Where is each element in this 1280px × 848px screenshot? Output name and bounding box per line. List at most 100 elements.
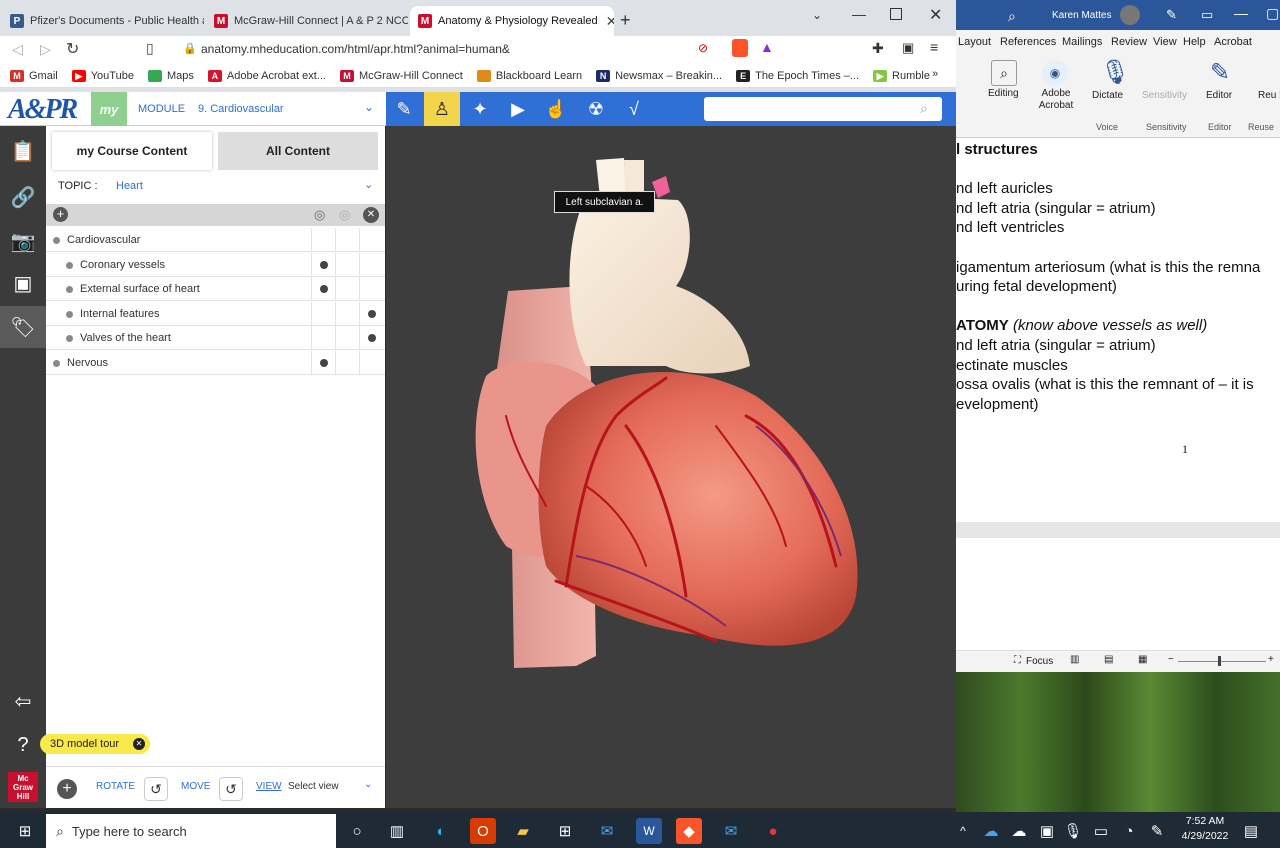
print-layout-icon[interactable]: ▤ xyxy=(1104,654,1113,665)
back-icon[interactable]: ◁ xyxy=(12,41,23,58)
cloud-icon[interactable]: ☁ xyxy=(1006,818,1032,844)
word-avatar[interactable] xyxy=(1120,5,1140,25)
word-search-icon[interactable]: ⌕ xyxy=(1008,8,1016,25)
expand-bullet-icon[interactable] xyxy=(66,286,73,294)
module-chevron-down-icon[interactable]: ⌄ xyxy=(364,100,374,114)
forward-icon[interactable]: ▷ xyxy=(40,41,51,58)
pen-icon[interactable]: ✎ xyxy=(1166,7,1177,23)
cube-icon[interactable]: ▣ xyxy=(0,262,46,304)
word-tab-review[interactable]: Review xyxy=(1111,36,1147,48)
bookmark-rumble[interactable]: ▶ Rumble xyxy=(873,69,930,82)
ribbon-dictate[interactable]: Dictate xyxy=(1092,90,1123,101)
expand-bullet-icon[interactable] xyxy=(66,261,73,269)
minimize-button[interactable]: — xyxy=(852,6,866,22)
tree-cell[interactable] xyxy=(359,228,383,252)
zoom-thumb[interactable] xyxy=(1218,656,1221,666)
tab-anatomy-revealed[interactable]: M Anatomy & Physiology Revealed ✕ xyxy=(410,6,614,36)
bookmark-epoch[interactable]: E The Epoch Times –... xyxy=(736,69,859,82)
ribbon-sensitivity[interactable]: Sensitivity xyxy=(1142,90,1187,101)
tree-cell[interactable] xyxy=(311,277,335,302)
tree-row[interactable]: Internal features xyxy=(46,301,385,326)
tab-mcgraw-connect[interactable]: M McGraw-Hill Connect | A & P 2 NCC S xyxy=(206,6,408,36)
microphone-icon[interactable]: 🎙 xyxy=(1100,58,1130,87)
office-icon[interactable]: O xyxy=(470,818,496,844)
dissect-icon[interactable]: ✦ xyxy=(462,92,498,126)
search-icon[interactable]: ⌕ xyxy=(920,100,928,117)
show-hidden-icons-icon[interactable]: ^ xyxy=(950,818,976,844)
brave-taskbar-icon[interactable]: ◆ xyxy=(676,818,702,844)
tree-cell[interactable] xyxy=(359,351,383,375)
extensions-icon[interactable]: ✚ xyxy=(872,40,884,57)
tree-row[interactable]: Nervous xyxy=(46,351,385,375)
tree-cell[interactable] xyxy=(359,277,383,302)
word-tab-view[interactable]: View xyxy=(1153,36,1177,48)
word-document-page-2[interactable] xyxy=(956,538,1280,650)
recorder-icon[interactable]: ● xyxy=(760,818,786,844)
tree-cell[interactable] xyxy=(335,326,359,351)
editor-pen-icon[interactable]: ✎ xyxy=(1210,58,1230,87)
my-button[interactable]: my xyxy=(91,92,127,126)
tree-cell[interactable] xyxy=(335,228,359,252)
model-tour-badge[interactable]: 3D model tour ✕ xyxy=(40,734,150,754)
pen-tray-icon[interactable]: ✎ xyxy=(1144,818,1170,844)
rotate-icon[interactable]: ↺ xyxy=(144,777,168,801)
lock-icon[interactable]: 🔒 xyxy=(183,42,197,55)
word-tab-mailings[interactable]: Mailings xyxy=(1062,36,1102,48)
play-icon[interactable]: ▶ xyxy=(500,92,536,126)
heart-3d-model[interactable] xyxy=(386,126,956,808)
add-circle-icon[interactable]: + xyxy=(57,779,77,799)
zoom-in-icon[interactable]: + xyxy=(1268,654,1274,665)
3d-body-icon[interactable]: ♙ xyxy=(424,92,460,126)
tree-cell[interactable] xyxy=(311,228,335,252)
acrobat-ribbon-icon[interactable]: ◉ xyxy=(1042,60,1068,86)
menu-icon[interactable]: ≡ xyxy=(930,39,938,55)
tree-cell[interactable] xyxy=(335,277,359,302)
taskbar-search[interactable]: ⌕ Type here to search xyxy=(46,814,336,848)
brave-rewards-icon[interactable]: ▲ xyxy=(760,39,774,55)
wallet-icon[interactable]: ▣ xyxy=(902,40,914,56)
bookmark-newsmax[interactable]: N Newsmax – Breakin... xyxy=(596,69,722,82)
brave-shield-icon[interactable] xyxy=(732,39,748,57)
expand-bullet-icon[interactable] xyxy=(66,310,73,318)
word-tab-layout[interactable]: Layout xyxy=(958,36,991,48)
site-permission-icon[interactable]: ⊘ xyxy=(698,41,708,55)
file-explorer-icon[interactable]: ▰ xyxy=(510,818,536,844)
bookmark-mcgraw[interactable]: M McGraw-Hill Connect xyxy=(339,69,463,82)
hide-icon[interactable]: ◎ xyxy=(314,207,325,223)
expand-bullet-icon[interactable] xyxy=(53,360,60,367)
expand-bullet-icon[interactable] xyxy=(66,335,73,343)
topic-select[interactable]: Heart xyxy=(116,180,143,192)
onedrive-icon[interactable]: ☁ xyxy=(978,818,1004,844)
tree-row[interactable]: Valves of the heart xyxy=(46,326,385,351)
tree-row[interactable]: Cardiovascular xyxy=(46,228,385,252)
tree-cell[interactable] xyxy=(359,326,383,351)
word-tab-help[interactable]: Help xyxy=(1183,36,1206,48)
edge-icon[interactable]: ◐ xyxy=(428,818,454,844)
bookmark-adobe[interactable]: A Adobe Acrobat ext... xyxy=(207,69,326,82)
tree-cell[interactable] xyxy=(311,326,335,351)
hand-icon[interactable]: ☝ xyxy=(538,92,574,126)
bookmark-gmail[interactable]: M Gmail xyxy=(10,69,58,82)
store-icon[interactable]: ⊞ xyxy=(552,818,578,844)
close-tab-icon[interactable]: ✕ xyxy=(598,13,614,30)
ribbon-reuse-files[interactable]: Reu File xyxy=(1258,90,1280,101)
word-taskbar-icon[interactable]: W xyxy=(636,818,662,844)
show-icon[interactable]: ◎ xyxy=(339,207,350,223)
taskbar-clock[interactable]: 7:52 AM 4/29/2022 xyxy=(1175,814,1235,846)
move-icon[interactable]: ↺ xyxy=(219,777,243,801)
search-input[interactable]: ⌕ xyxy=(704,97,942,121)
tab-all-content[interactable]: All Content xyxy=(218,132,378,170)
ribbon-display-icon[interactable]: ▭ xyxy=(1201,7,1213,23)
word-minimize-button[interactable]: — xyxy=(1234,5,1248,21)
url-field[interactable]: anatomy.mheducation.com/html/apr.html?an… xyxy=(201,42,510,56)
read-mode-icon[interactable]: ▥ xyxy=(1070,654,1079,665)
more-bookmarks[interactable]: » xyxy=(932,68,938,80)
bookmark-maps[interactable]: Maps xyxy=(147,69,194,82)
mail-app-icon[interactable]: ✉ xyxy=(718,818,744,844)
ribbon-editor[interactable]: Editor xyxy=(1206,90,1232,101)
maximize-button[interactable] xyxy=(890,8,902,20)
ribbon-editing[interactable]: Editing xyxy=(988,88,1019,99)
add-icon[interactable]: + xyxy=(53,207,68,222)
web-layout-icon[interactable]: ▦ xyxy=(1138,654,1147,665)
zoom-slider[interactable] xyxy=(1178,661,1266,662)
